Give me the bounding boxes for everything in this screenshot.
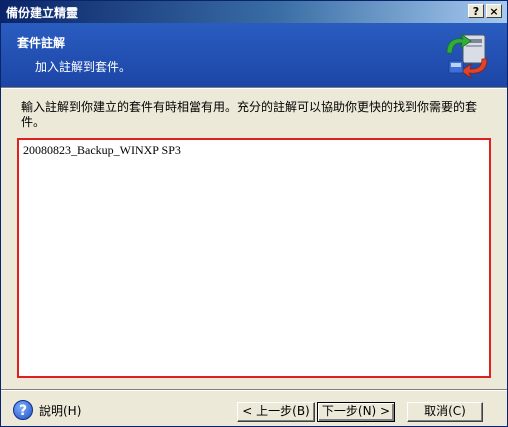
back-button[interactable]: < 上一步(B) xyxy=(237,402,315,422)
cancel-button[interactable]: 取消(C) xyxy=(407,402,483,422)
comment-field-frame xyxy=(17,138,491,378)
header-divider xyxy=(1,87,507,89)
step-title: 套件註解 xyxy=(17,36,66,50)
title-help-button[interactable]: ? xyxy=(468,4,484,18)
help-label[interactable]: 說明(H) xyxy=(39,402,81,419)
backup-wizard-icon xyxy=(446,32,488,79)
help-icon[interactable]: ? xyxy=(13,400,33,420)
title-bar[interactable]: 備份建立精靈 ? × xyxy=(1,1,507,23)
next-button[interactable]: 下一步(N) > xyxy=(317,402,395,422)
footer-divider xyxy=(1,389,507,391)
instruction-text: 輸入註解到你建立的套件有時相當有用。充分的註解可以協助你更快的找到你需要的套件。 xyxy=(21,100,478,129)
wizard-header: 套件註解 加入註解到套件。 xyxy=(1,23,507,87)
close-button[interactable]: × xyxy=(486,4,502,18)
backup-wizard-window: 備份建立精靈 ? × 套件註解 加入註解到套件。 輸入註解到你建立的套件有時相當… xyxy=(0,0,508,427)
window-title: 備份建立精靈 xyxy=(6,6,79,20)
comment-input[interactable] xyxy=(20,141,488,375)
step-subtitle: 加入註解到套件。 xyxy=(35,60,132,74)
help-button[interactable]: ? 說明(H) xyxy=(13,399,81,421)
